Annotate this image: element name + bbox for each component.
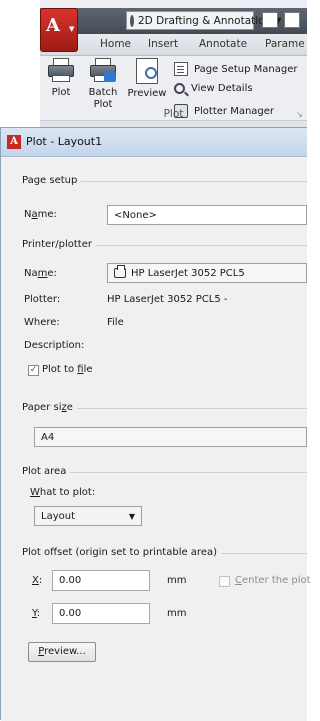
dialog-title: Plot - Layout1	[26, 135, 103, 148]
y-offset-unit: mm	[167, 608, 187, 619]
page-setup-group: Page setup	[22, 175, 307, 186]
preview-button[interactable]: Preview	[126, 58, 168, 100]
chevron-down-icon: ▼	[128, 511, 135, 521]
plot-offset-group-label: Plot offset (origin set to printable are…	[22, 547, 222, 558]
page-setup-name-combo[interactable]: <None>	[107, 205, 307, 225]
preview-button-label: Preview	[127, 88, 167, 99]
what-to-plot-value: Layout	[41, 510, 75, 522]
open-file-icon[interactable]	[284, 12, 300, 28]
tab-parametric[interactable]: Parame	[265, 38, 305, 50]
plot-button[interactable]: Plot	[46, 58, 76, 99]
preview-button[interactable]: Preview...	[28, 642, 96, 662]
view-details-label: View Details	[191, 83, 253, 94]
what-to-plot-label: What to plot:	[30, 487, 96, 498]
tab-annotate[interactable]: Annotate	[199, 38, 247, 50]
dialog-body: Page setup Name: <None> Printer/plotter …	[1, 157, 311, 721]
plot-area-group-label: Plot area	[22, 466, 71, 477]
plot-button-label: Plot	[51, 87, 71, 98]
printer-name-combo[interactable]: HP LaserJet 3052 PCL5	[107, 263, 307, 283]
plot-to-file-label: Plot to file	[42, 364, 93, 375]
application-menu-button[interactable]: A ▼	[40, 8, 78, 52]
page-setup-manager-label: Page Setup Manager	[194, 63, 298, 75]
view-details-button[interactable]: View Details	[174, 83, 253, 94]
plot-panel-label: Plot	[163, 108, 184, 120]
batch-plot-icon	[90, 58, 116, 82]
x-offset-input[interactable]: 0.00	[52, 570, 150, 591]
plot-offset-group: Plot offset (origin set to printable are…	[22, 547, 307, 558]
plot-dialog: A Plot - Layout1 Page setup Name: <None>…	[0, 127, 311, 721]
where-value: File	[107, 317, 124, 328]
batch-plot-button[interactable]: Batch Plot	[86, 58, 120, 111]
where-label: Where:	[24, 317, 60, 328]
plotter-label: Plotter:	[24, 294, 61, 305]
batch-plot-label-line1: Batch	[88, 87, 118, 98]
printer-name-label: Name:	[24, 268, 57, 279]
paper-size-combo[interactable]: A4	[34, 427, 307, 447]
y-offset-input[interactable]: 0.00	[52, 603, 150, 624]
plot-area-group: Plot area	[22, 466, 307, 477]
x-offset-label: X:	[32, 575, 43, 586]
page-setup-manager-button[interactable]: Page Setup Manager	[174, 62, 298, 76]
printer-plotter-group-label: Printer/plotter	[22, 239, 96, 250]
printer-name-value: HP LaserJet 3052 PCL5	[131, 267, 245, 279]
chevron-down-icon: ▼	[69, 25, 75, 33]
page-setup-group-label: Page setup	[22, 175, 82, 186]
plotter-value: HP LaserJet 3052 PCL5 -	[107, 294, 228, 305]
workspace-dropdown[interactable]: 2D Drafting & Annotation ▼	[126, 11, 281, 30]
printer-plotter-group: Printer/plotter	[22, 239, 307, 250]
tab-insert[interactable]: Insert	[148, 38, 178, 50]
workspace-label: 2D Drafting & Annotation	[138, 14, 272, 27]
description-label: Description:	[24, 340, 85, 351]
preview-icon	[136, 58, 158, 84]
paper-size-group-label: Paper size	[22, 402, 77, 413]
printer-icon	[48, 58, 74, 82]
panel-expand-icon[interactable]: ↘	[296, 110, 303, 119]
x-offset-unit: mm	[167, 575, 187, 586]
page-setup-name-label: Name:	[24, 209, 57, 220]
magnifier-icon	[174, 83, 185, 94]
gear-icon	[130, 14, 134, 27]
page-setup-icon	[174, 62, 188, 76]
center-the-plot-checkbox[interactable]	[219, 576, 230, 587]
what-to-plot-dropdown[interactable]: Layout ▼	[34, 506, 142, 526]
plot-to-file-checkbox[interactable]: ✓	[28, 365, 39, 376]
page-setup-name-value: <None>	[114, 209, 157, 221]
ribbon: A ▼ 2D Drafting & Annotation ▼ Home Inse…	[40, 0, 307, 120]
paper-size-value: A4	[41, 431, 55, 443]
dialog-titlebar: A Plot - Layout1	[1, 128, 307, 157]
printer-icon	[114, 265, 126, 278]
y-offset-label: Y:	[32, 608, 41, 619]
tab-home[interactable]: Home	[100, 38, 131, 50]
autocad-logo-icon: A	[7, 135, 21, 149]
new-file-icon[interactable]	[262, 12, 278, 28]
autocad-logo-icon: A	[46, 15, 60, 36]
paper-size-group: Paper size	[22, 402, 307, 413]
center-the-plot-label: Center the plot	[235, 575, 311, 586]
